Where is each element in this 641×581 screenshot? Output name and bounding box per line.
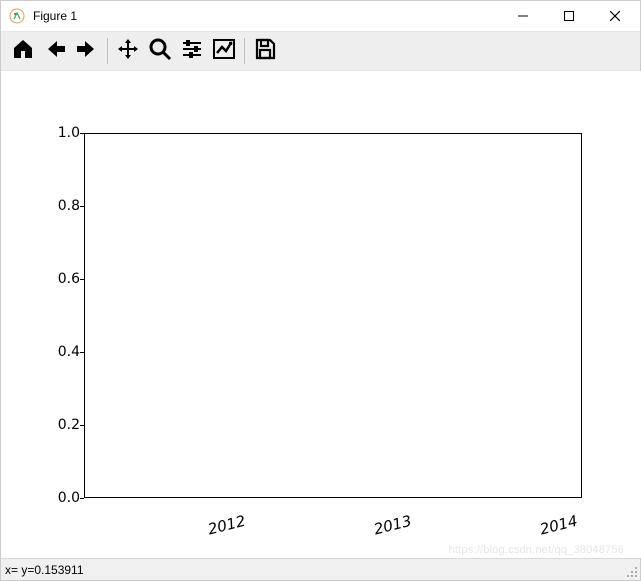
window-title: Figure 1 bbox=[33, 9, 77, 23]
magnifier-icon bbox=[148, 37, 172, 66]
ytick-mark bbox=[80, 352, 84, 353]
cursor-coords: x= y=0.153911 bbox=[5, 563, 84, 577]
axes-frame bbox=[84, 133, 582, 498]
minimize-button[interactable] bbox=[500, 1, 546, 31]
move-icon bbox=[116, 37, 140, 66]
ytick-label: 0.6 bbox=[40, 271, 80, 287]
titlebar: Figure 1 bbox=[1, 1, 640, 31]
configure-subplots-button[interactable] bbox=[176, 35, 208, 67]
toolbar-separator bbox=[107, 38, 108, 64]
ytick-mark bbox=[80, 425, 84, 426]
resize-grip-icon[interactable] bbox=[626, 566, 638, 578]
arrow-left-icon bbox=[43, 37, 67, 66]
back-button[interactable] bbox=[39, 35, 71, 67]
xtick-label: 2014 bbox=[538, 512, 579, 539]
ytick-mark bbox=[80, 206, 84, 207]
statusbar: x= y=0.153911 bbox=[1, 558, 640, 580]
arrow-right-icon bbox=[75, 37, 99, 66]
home-icon bbox=[11, 37, 35, 66]
watermark: https://blog.csdn.net/qq_38048756 bbox=[449, 544, 624, 556]
chart-line-icon bbox=[212, 37, 236, 66]
toolbar-separator bbox=[244, 38, 245, 64]
forward-button[interactable] bbox=[71, 35, 103, 67]
plot-canvas[interactable]: 0.0 0.2 0.4 0.6 0.8 1.0 2012 2013 2014 h… bbox=[1, 71, 641, 558]
maximize-button[interactable] bbox=[546, 1, 592, 31]
save-button[interactable] bbox=[249, 35, 281, 67]
close-button[interactable] bbox=[592, 1, 638, 31]
zoom-button[interactable] bbox=[144, 35, 176, 67]
ytick-label: 0.4 bbox=[40, 344, 80, 360]
edit-axes-button[interactable] bbox=[208, 35, 240, 67]
toolbar bbox=[1, 31, 640, 71]
ytick-label: 0.2 bbox=[40, 417, 80, 433]
xtick-label: 2013 bbox=[372, 512, 413, 539]
ytick-label: 0.0 bbox=[40, 490, 80, 506]
ytick-mark bbox=[80, 133, 84, 134]
sliders-icon bbox=[180, 37, 204, 66]
xtick-label: 2012 bbox=[206, 512, 247, 539]
home-button[interactable] bbox=[7, 35, 39, 67]
app-icon bbox=[9, 8, 25, 24]
pan-button[interactable] bbox=[112, 35, 144, 67]
ytick-label: 1.0 bbox=[40, 125, 80, 141]
ytick-label: 0.8 bbox=[40, 198, 80, 214]
save-icon bbox=[253, 37, 277, 66]
ytick-mark bbox=[80, 279, 84, 280]
ytick-mark bbox=[80, 498, 84, 499]
